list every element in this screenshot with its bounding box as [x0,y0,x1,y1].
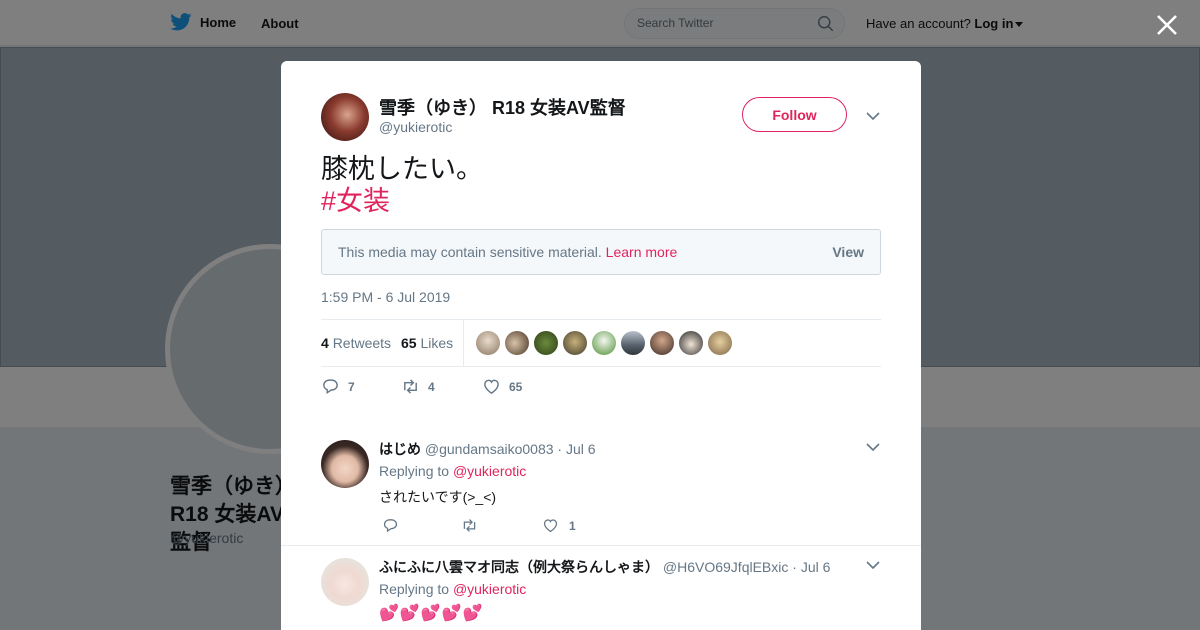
liker-avatar[interactable] [679,331,703,355]
reply-tweet[interactable]: ふにふに八雲マオ同志（例大祭らんしゃま） @H6VO69JfqlEBxic · … [281,545,921,630]
heart-icon [484,379,499,394]
retweet-count: 4 [428,379,435,394]
likes-label: Likes [420,335,454,351]
liker-avatar[interactable] [708,331,732,355]
sensitive-message: This media may contain sensitive materia… [338,244,602,260]
sensitive-text: This media may contain sensitive materia… [338,244,677,260]
liker-avatar[interactable] [621,331,645,355]
close-icon[interactable] [1154,12,1180,38]
reply-author-handle[interactable]: @H6VO69JfqlEBxic [663,559,788,575]
stats-divider [463,320,464,367]
reply-author-name[interactable]: ふにふに八雲マオ同志（例大祭らんしゃま） [379,559,659,575]
reply-author-name[interactable]: はじめ [379,441,421,457]
author-avatar[interactable] [321,93,369,141]
reply-icon [323,379,338,395]
reply-button[interactable] [382,517,409,534]
reply-author-handle[interactable]: @gundamsaiko0083 [425,441,554,457]
like-count: 65 [509,379,523,394]
reply-count: 7 [348,379,355,394]
reply-header: はじめ @gundamsaiko0083 · Jul 6 [379,439,596,459]
retweets-stat[interactable]: 4 Retweets [321,335,391,351]
tweet-hashtag[interactable]: #女装 [321,185,390,217]
chevron-down-icon[interactable] [866,560,880,570]
liker-avatar[interactable] [534,331,558,355]
tweet-modal: 雪季（ゆき） R18 女装AV監督 @yukierotic Follow 膝枕し… [281,61,921,630]
reply-avatar[interactable] [321,440,369,488]
retweet-icon [404,379,417,394]
retweet-icon [463,519,476,532]
reply-date[interactable]: · Jul 6 [557,441,595,457]
replying-to: Replying to @yukierotic [379,581,526,597]
retweet-button[interactable]: 4 [401,377,435,396]
liker-avatars [476,331,732,355]
liker-avatar[interactable] [505,331,529,355]
retweet-button[interactable] [461,517,488,534]
heart-icon [543,519,558,533]
learn-more-link[interactable]: Learn more [606,244,678,260]
liker-avatar[interactable] [592,331,616,355]
replying-prefix: Replying to [379,463,450,479]
replying-to: Replying to @yukierotic [379,463,526,479]
reply-button[interactable]: 7 [321,377,355,396]
liker-avatar[interactable] [563,331,587,355]
reply-date[interactable]: · Jul 6 [792,559,830,575]
author-handle[interactable]: @yukierotic [379,119,452,135]
reply-header: ふにふに八雲マオ同志（例大祭らんしゃま） @H6VO69JfqlEBxic · … [379,557,830,577]
liker-avatar[interactable] [476,331,500,355]
chevron-down-icon[interactable] [866,442,880,452]
reply-avatar[interactable] [321,558,369,606]
follow-button[interactable]: Follow [742,97,847,132]
chevron-down-icon[interactable] [866,111,880,121]
replying-prefix: Replying to [379,581,450,597]
likes-stat[interactable]: 65 Likes [401,335,453,351]
retweets-count: 4 [321,335,329,351]
reply-text: されたいです(>_<) [379,489,497,505]
reply-text: 💕💕💕💕💕 [379,605,484,622]
tweet-timestamp[interactable]: 1:59 PM - 6 Jul 2019 [321,289,450,305]
replying-to-link[interactable]: @yukierotic [453,463,526,479]
like-count: 1 [569,518,576,533]
reply-icon [383,519,398,533]
likes-count: 65 [401,335,417,351]
author-name[interactable]: 雪季（ゆき） R18 女装AV監督 [379,94,626,120]
tweet-stats: 4 Retweets 65 Likes [321,319,881,367]
like-button[interactable]: 65 [482,377,522,396]
view-button[interactable]: View [832,244,864,260]
sensitive-media-notice: This media may contain sensitive materia… [321,229,881,275]
replying-to-link[interactable]: @yukierotic [453,581,526,597]
like-button[interactable]: 1 [542,517,576,534]
liker-avatar[interactable] [650,331,674,355]
reply-tweet[interactable]: はじめ @gundamsaiko0083 · Jul 6 Replying to… [281,421,921,546]
tweet-text: 膝枕したい。 [321,154,483,184]
retweets-label: Retweets [332,335,392,351]
